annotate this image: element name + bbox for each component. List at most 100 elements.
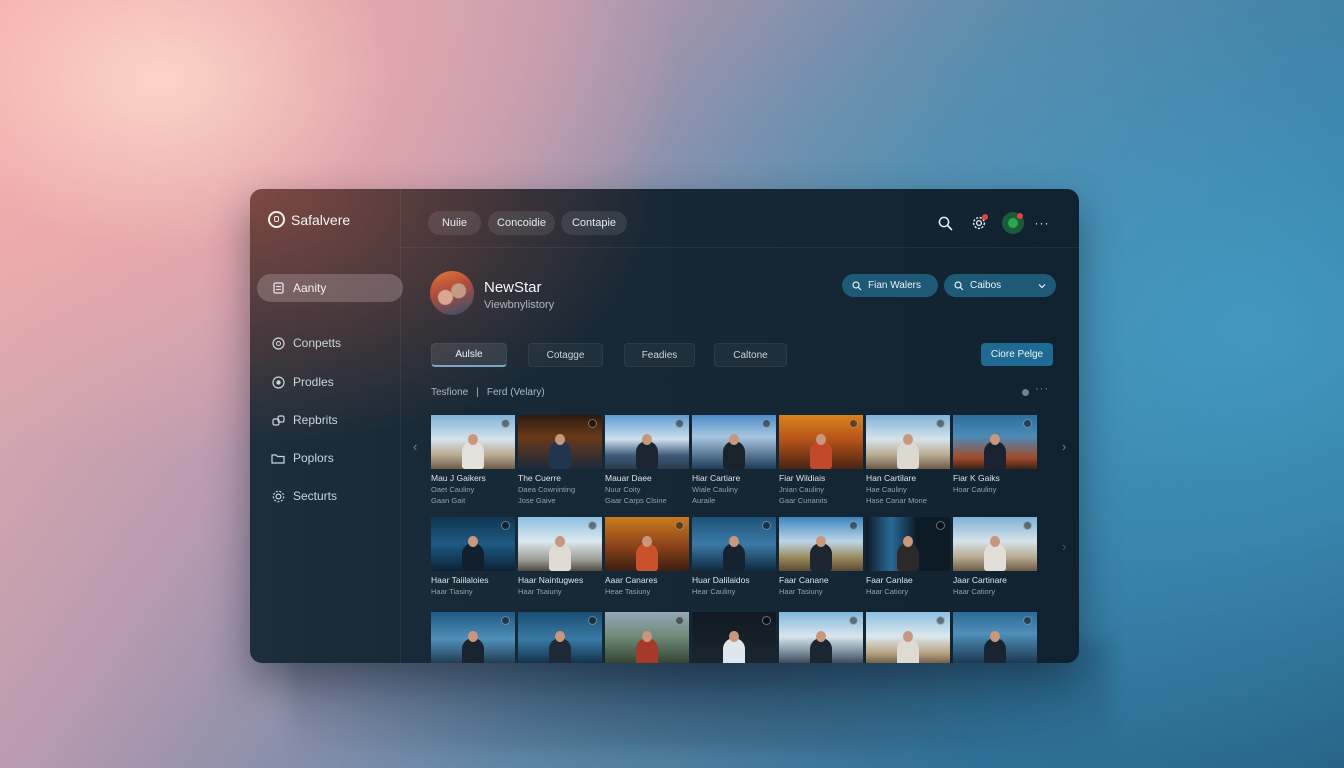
breadcrumb-right[interactable]: Ferd (Velary)	[487, 387, 545, 398]
top-pill-nuiie[interactable]: Nuiie	[428, 211, 481, 235]
tab-caltone[interactable]: Caltone	[714, 343, 787, 367]
media-card[interactable]: Faar Canlae Haar Catiory	[866, 517, 950, 596]
options-icon[interactable]	[849, 521, 858, 530]
fian-walers-button[interactable]: Fian Walers	[842, 274, 938, 297]
settings-icon[interactable]	[970, 214, 988, 232]
media-card[interactable]	[518, 612, 602, 663]
media-card[interactable]: Fiar Wildiais Jnian Cauliny Gaar Cunanits	[779, 415, 863, 505]
action-label: Caibos	[970, 280, 1002, 291]
media-thumbnail[interactable]	[779, 612, 863, 663]
card-subtitle: Haar Catiory	[866, 587, 909, 596]
media-thumbnail[interactable]	[518, 517, 602, 571]
scroll-right-arrow-icon-2[interactable]: ›	[1062, 539, 1066, 554]
tab-feadies[interactable]: Feadies	[624, 343, 695, 367]
top-pill-concoidie[interactable]: Concoidie	[488, 211, 555, 235]
options-icon[interactable]	[762, 616, 771, 625]
media-thumbnail[interactable]	[431, 415, 515, 469]
options-icon[interactable]	[936, 521, 945, 530]
brand[interactable]: Safalvere	[268, 211, 350, 228]
media-thumbnail[interactable]	[431, 517, 515, 571]
media-thumbnail[interactable]	[518, 612, 602, 663]
media-card[interactable]: Jaar Cartinare Haar Catiory	[953, 517, 1037, 596]
options-icon[interactable]	[501, 419, 510, 428]
card-title: Faar Canane	[779, 575, 829, 585]
media-thumbnail[interactable]	[431, 612, 515, 663]
media-card[interactable]	[692, 612, 776, 663]
ciore-pelge-button[interactable]: Ciore Pelge	[981, 343, 1053, 366]
options-icon[interactable]	[675, 616, 684, 625]
media-thumbnail[interactable]	[605, 517, 689, 571]
person-head	[468, 631, 478, 642]
media-thumbnail[interactable]	[866, 517, 950, 571]
person-head	[990, 434, 1000, 445]
scroll-left-arrow-icon[interactable]: ‹	[413, 439, 417, 454]
sidebar-item-secturts[interactable]: Secturts	[257, 482, 403, 510]
top-pill-contapie[interactable]: Contapie	[561, 211, 627, 235]
media-card[interactable]	[953, 612, 1037, 663]
person-head	[468, 536, 478, 547]
options-icon[interactable]	[762, 521, 771, 530]
media-card[interactable]: Aaar Canares Heae Tasiuny	[605, 517, 689, 596]
options-icon[interactable]	[1023, 616, 1032, 625]
avatar[interactable]	[430, 271, 474, 315]
media-thumbnail[interactable]	[692, 415, 776, 469]
options-icon[interactable]	[501, 616, 510, 625]
more-icon[interactable]: ···	[1033, 214, 1051, 232]
media-thumbnail[interactable]	[692, 612, 776, 663]
sidebar-item-prodles[interactable]: Prodles	[257, 368, 403, 396]
sidebar-item-repbrits[interactable]: Repbrits	[257, 406, 403, 434]
media-thumbnail[interactable]	[953, 612, 1037, 663]
caibos-dropdown[interactable]: Caibos	[944, 274, 1056, 297]
search-icon[interactable]	[936, 214, 954, 232]
media-card[interactable]	[866, 612, 950, 663]
media-card[interactable]: Han Cartilare Hae Cauliny Hase Canar Mone	[866, 415, 950, 505]
media-thumbnail[interactable]	[866, 612, 950, 663]
options-icon[interactable]	[588, 419, 597, 428]
media-card[interactable]: Mauar Daee Nuur Coity Gaar Carps Clsine	[605, 415, 689, 505]
view-indicator-dot[interactable]	[1022, 389, 1029, 396]
media-card[interactable]	[431, 612, 515, 663]
media-thumbnail[interactable]	[518, 415, 602, 469]
media-thumbnail[interactable]	[779, 415, 863, 469]
media-thumbnail[interactable]	[779, 517, 863, 571]
options-icon[interactable]	[588, 521, 597, 530]
media-card[interactable]: Haar Taiilaloies Haar Tiasiny	[431, 517, 515, 596]
options-icon[interactable]	[1023, 521, 1032, 530]
media-card[interactable]: Faar Canane Haar Tasiuny	[779, 517, 863, 596]
media-card[interactable]	[779, 612, 863, 663]
options-icon[interactable]	[1023, 419, 1032, 428]
options-icon[interactable]	[675, 521, 684, 530]
media-thumbnail[interactable]	[953, 517, 1037, 571]
media-card[interactable]: Mau J Gaikers Oaet Cauliny Gaan Gait	[431, 415, 515, 505]
scroll-right-arrow-icon[interactable]: ›	[1062, 439, 1066, 454]
media-card[interactable]: Huar Dalilaidos Hear Cauliny	[692, 517, 776, 596]
media-thumbnail[interactable]	[605, 415, 689, 469]
options-icon[interactable]	[849, 419, 858, 428]
card-subtitle: Haar Tsaiuny	[518, 587, 562, 596]
media-thumbnail[interactable]	[866, 415, 950, 469]
more-options-icon[interactable]: ···	[1035, 383, 1049, 395]
sidebar-item-conpetts[interactable]: Conpetts	[257, 329, 403, 357]
options-icon[interactable]	[849, 616, 858, 625]
media-card[interactable]: Hiar Cartiare Wiale Cauliny Auraile	[692, 415, 776, 505]
options-icon[interactable]	[588, 616, 597, 625]
options-icon[interactable]	[936, 616, 945, 625]
tab-aulsle[interactable]: Aulsle	[431, 343, 507, 367]
tab-cotagge[interactable]: Cotagge	[528, 343, 603, 367]
media-card[interactable]: Haar Naintugwes Haar Tsaiuny	[518, 517, 602, 596]
media-thumbnail[interactable]	[605, 612, 689, 663]
breadcrumb-left[interactable]: Tesfione	[431, 387, 468, 398]
options-icon[interactable]	[501, 521, 510, 530]
media-card[interactable]: The Cuerre Daea Cowninting Jose Gaive	[518, 415, 602, 505]
sidebar-item-poplors[interactable]: Poplors	[257, 444, 403, 472]
person-figure	[810, 441, 832, 469]
status-icon[interactable]	[1002, 212, 1024, 234]
options-icon[interactable]	[675, 419, 684, 428]
options-icon[interactable]	[762, 419, 771, 428]
media-thumbnail[interactable]	[692, 517, 776, 571]
options-icon[interactable]	[936, 419, 945, 428]
media-card[interactable]: Fiar K Gaiks Hoar Cauliny	[953, 415, 1037, 505]
sidebar-item-aanity[interactable]: Aanity	[257, 274, 403, 302]
media-thumbnail[interactable]	[953, 415, 1037, 469]
media-card[interactable]	[605, 612, 689, 663]
